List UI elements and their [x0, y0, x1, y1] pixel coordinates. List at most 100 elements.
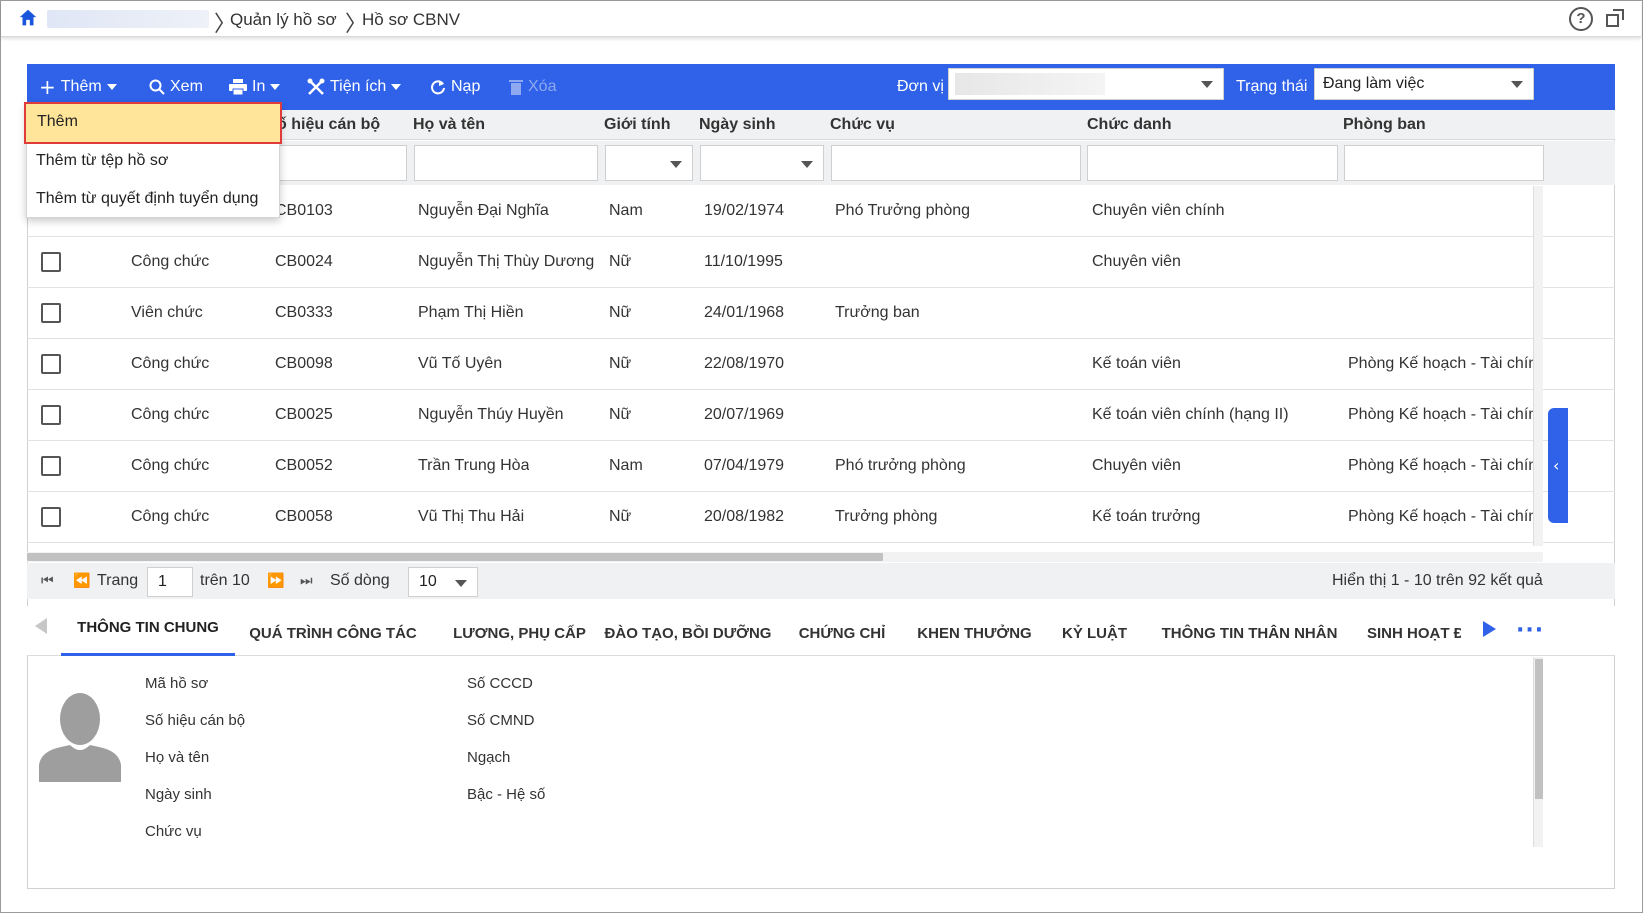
- row-checkbox[interactable]: [41, 252, 61, 272]
- printer-icon: [229, 79, 247, 95]
- tab-work-history[interactable]: QUÁ TRÌNH CÔNG TÁC: [245, 606, 421, 656]
- help-icon[interactable]: ?: [1569, 7, 1593, 31]
- side-panel-toggle[interactable]: ‹: [1548, 408, 1568, 523]
- table-row[interactable]: Công chức CB0025 Nguyễn Thúy Huyền Nữ 20…: [27, 390, 1615, 441]
- tab-general-info[interactable]: THÔNG TIN CHUNG: [61, 606, 235, 656]
- row-checkbox[interactable]: [41, 405, 61, 425]
- column-header-dob[interactable]: Ngày sinh: [699, 110, 775, 140]
- page-total-label: trên 10: [200, 572, 250, 589]
- column-header-dept[interactable]: Phòng ban: [1343, 110, 1426, 140]
- previous-page-icon[interactable]: ⏪: [73, 563, 90, 599]
- add-dropdown-menu: Thêm Thêm từ tệp hồ sơ Thêm từ quyết địn…: [24, 102, 282, 218]
- caret-down-icon: [270, 84, 281, 90]
- table-row[interactable]: Công chức CB0052 Trần Trung Hòa Nam 07/0…: [27, 441, 1615, 492]
- menu-item-add-from-decision[interactable]: Thêm từ quyết định tuyển dụng: [27, 180, 279, 218]
- menu-item-add-from-file[interactable]: Thêm từ tệp hồ sơ: [27, 142, 279, 180]
- detail-tabs: THÔNG TIN CHUNG QUÁ TRÌNH CÔNG TÁC LƯƠNG…: [27, 606, 1615, 656]
- filter-title-input[interactable]: [1087, 145, 1338, 181]
- table-row[interactable]: Công chức CB0024 Nguyễn Thị Thùy Dương N…: [27, 237, 1615, 288]
- rows-per-page-value: 10: [419, 573, 437, 590]
- caret-down-icon: [106, 84, 117, 90]
- cell-type: Công chức: [131, 406, 210, 423]
- chevron-down-icon: [1201, 81, 1213, 88]
- chevron-down-icon: [670, 161, 682, 168]
- table-row[interactable]: Công chức CB0058 Vũ Thị Thu Hải Nữ 20/08…: [27, 492, 1615, 543]
- general-info-panel: Mã hồ sơ Số hiệu cán bộ Họ và tên Ngày s…: [27, 657, 1543, 847]
- breadcrumb-item-records[interactable]: Quản lý hồ sơ: [230, 10, 337, 30]
- filter-code-input[interactable]: [277, 145, 407, 181]
- avatar-placeholder-icon: [39, 693, 121, 782]
- filter-dob-select[interactable]: [700, 145, 824, 181]
- page-number-input[interactable]: 1: [147, 567, 193, 597]
- table-row[interactable]: Viên chức CB0333 Phạm Thị Hiền Nữ 24/01/…: [27, 288, 1615, 339]
- last-page-icon[interactable]: ⏭: [300, 563, 313, 599]
- cell-title: Chuyên viên chính: [1092, 202, 1225, 219]
- more-icon[interactable]: ···: [1516, 618, 1544, 643]
- label-grade-coefficient: Bậc - Hệ số: [467, 786, 546, 803]
- cell-gender: Nữ: [609, 304, 632, 321]
- filter-name-input[interactable]: [414, 145, 598, 181]
- row-checkbox[interactable]: [41, 456, 61, 476]
- row-checkbox[interactable]: [41, 303, 61, 323]
- print-button-label: In: [252, 78, 266, 95]
- tab-rewards[interactable]: KHEN THƯỞNG: [912, 606, 1037, 656]
- blurred-unit-crumb: [47, 10, 209, 28]
- unit-select[interactable]: [948, 68, 1224, 100]
- cell-dept: Phòng Kế hoạch - Tài chính: [1348, 355, 1533, 372]
- status-select[interactable]: Đang làm việc: [1314, 68, 1534, 100]
- cell-title: Kế toán trưởng: [1092, 508, 1201, 525]
- utility-button[interactable]: Tiện ích: [307, 64, 402, 110]
- cell-name: Nguyễn Đại Nghĩa: [418, 202, 549, 219]
- cell-dob: 20/08/1982: [704, 508, 785, 525]
- details-vertical-scrollbar[interactable]: [1533, 657, 1543, 847]
- next-page-icon[interactable]: ⏩: [267, 563, 284, 599]
- cell-type: Công chức: [131, 508, 210, 525]
- home-icon[interactable]: [17, 7, 39, 29]
- cell-dob: 19/02/1974: [704, 202, 785, 219]
- column-header-title[interactable]: Chức danh: [1087, 110, 1171, 140]
- tab-scroll-right-icon[interactable]: [1483, 621, 1496, 637]
- tab-scroll-left-icon[interactable]: [35, 618, 47, 634]
- breadcrumb: 〉 Quản lý hồ sơ 〉 Hồ sơ CBNV ?: [1, 1, 1641, 37]
- reload-button[interactable]: Nạp: [430, 64, 480, 110]
- scrollbar-thumb[interactable]: [27, 553, 883, 561]
- cell-position: Trưởng ban: [835, 304, 920, 321]
- scrollbar-thumb[interactable]: [1535, 659, 1543, 799]
- filter-dept-input[interactable]: [1344, 145, 1544, 181]
- cell-dob: 24/01/1968: [704, 304, 785, 321]
- column-header-code[interactable]: ố hiệu cán bộ: [277, 110, 380, 140]
- tab-salary-allowance[interactable]: LƯƠNG, PHỤ CẤP: [432, 606, 607, 656]
- popout-icon[interactable]: [1605, 8, 1625, 28]
- chevron-down-icon: [1511, 81, 1523, 88]
- cell-name: Trần Trung Hòa: [418, 457, 530, 474]
- status-select-value: Đang làm việc: [1323, 75, 1425, 92]
- search-icon: [149, 79, 165, 95]
- column-header-position[interactable]: Chức vụ: [830, 110, 895, 140]
- cell-name: Vũ Thị Thu Hải: [418, 508, 525, 525]
- cell-title: Chuyên viên: [1092, 457, 1181, 474]
- cell-code: CB0103: [275, 202, 333, 219]
- tab-relatives[interactable]: THÔNG TIN THÂN NHÂN: [1152, 606, 1347, 656]
- cell-type: Công chức: [131, 253, 210, 270]
- grid-horizontal-scrollbar[interactable]: [27, 552, 1543, 562]
- tab-training[interactable]: ĐÀO TẠO, BỒI DƯỠNG: [603, 606, 773, 656]
- table-row[interactable]: Công chức CB0098 Vũ Tố Uyên Nữ 22/08/197…: [27, 339, 1615, 390]
- first-page-icon[interactable]: ⏮: [41, 563, 54, 599]
- column-header-name[interactable]: Họ và tên: [413, 110, 485, 140]
- tab-certificates[interactable]: CHỨNG CHỈ: [787, 606, 897, 656]
- filter-gender-select[interactable]: [605, 145, 693, 181]
- menu-item-add[interactable]: Thêm: [24, 102, 282, 144]
- tab-party-activities[interactable]: SINH HOẠT Đ: [1367, 606, 1461, 656]
- label-id-card: Số CMND: [467, 712, 535, 729]
- grid-vertical-scrollbar[interactable]: [1533, 186, 1543, 546]
- column-header-gender[interactable]: Giới tính: [604, 110, 670, 140]
- rows-per-page-label: Số dòng: [330, 572, 390, 589]
- breadcrumb-item-current: Hồ sơ CBNV: [362, 10, 461, 29]
- rows-per-page-select[interactable]: 10: [408, 567, 478, 597]
- filter-position-input[interactable]: [831, 145, 1081, 181]
- tab-discipline[interactable]: KỶ LUẬT: [1052, 606, 1137, 656]
- delete-button[interactable]: Xóa: [509, 64, 556, 110]
- row-checkbox[interactable]: [41, 507, 61, 527]
- chevron-left-icon: ‹: [1553, 456, 1560, 475]
- row-checkbox[interactable]: [41, 354, 61, 374]
